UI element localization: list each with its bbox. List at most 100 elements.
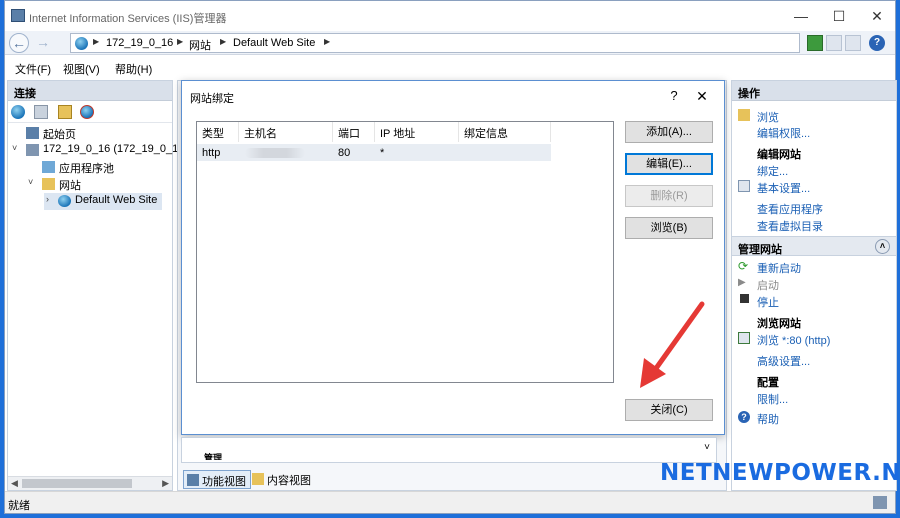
collapse-toggle-icon[interactable]: ›	[46, 194, 49, 204]
tab-content-view[interactable]: 内容视图	[249, 470, 315, 489]
actions-pane: 操作 浏览 编辑权限... 编辑网站 绑定... 基本设置... 查看应用程序 …	[731, 80, 897, 491]
close-dialog-button[interactable]: 关闭(C)	[625, 399, 713, 421]
action-browse[interactable]: 浏览	[757, 109, 779, 125]
connections-toolbar	[8, 101, 172, 123]
action-browse-port-80[interactable]: 浏览 *:80 (http)	[757, 332, 830, 348]
action-view-virtual-dirs[interactable]: 查看虚拟目录	[757, 218, 823, 234]
action-help[interactable]: 帮助	[757, 411, 779, 427]
forward-arrow-icon[interactable]: →	[33, 33, 53, 53]
action-limits[interactable]: 限制...	[757, 391, 788, 407]
restart-icon: ⟳	[738, 259, 749, 273]
connections-header: 连接	[8, 81, 172, 101]
website-globe-icon	[58, 195, 71, 207]
dialog-close-icon[interactable]: ✕	[690, 85, 714, 107]
breadcrumb-separator-icon: ▶	[177, 37, 184, 46]
browse-site-heading: 浏览网站	[757, 318, 801, 330]
horizontal-scrollbar[interactable]: ◀ ▶	[8, 476, 172, 490]
stop-icon[interactable]	[826, 35, 842, 51]
save-icon[interactable]	[34, 105, 48, 119]
start-icon: ▶	[738, 277, 746, 288]
red-arrow-annotation	[640, 301, 705, 388]
window-title: Internet Information Services (IIS)管理器	[29, 13, 227, 25]
breadcrumb-sites[interactable]: 网站	[189, 37, 211, 53]
cell-port: 80	[338, 147, 351, 159]
address-bar: ← → ▶ 172_19_0_16 ▶ 网站 ▶ Default Web Sit…	[5, 31, 895, 55]
menu-bar: 文件(F) 视图(V) 帮助(H)	[5, 56, 895, 78]
column-type[interactable]: 类型	[197, 122, 239, 142]
stop-square-icon	[740, 294, 749, 303]
home-icon[interactable]	[845, 35, 861, 51]
maximize-button[interactable]: ☐	[819, 5, 859, 27]
breadcrumb-separator-icon: ▶	[93, 37, 100, 46]
browse-folder-icon	[738, 109, 750, 121]
tree-default-web-site[interactable]: › Default Web Site	[44, 193, 162, 210]
column-host[interactable]: 主机名	[239, 122, 333, 142]
edit-binding-button[interactable]: 编辑(E)...	[625, 153, 713, 175]
basic-settings-icon	[738, 180, 750, 192]
management-section: 管理 ˅	[181, 437, 717, 463]
dialog-help-button[interactable]: ?	[662, 85, 686, 107]
minimize-button[interactable]: —	[781, 5, 821, 27]
action-edit-permissions[interactable]: 编辑权限...	[757, 125, 810, 141]
address-field[interactable]: ▶ 172_19_0_16 ▶ 网站 ▶ Default Web Site ▶	[70, 33, 800, 53]
app-pool-icon	[42, 161, 55, 173]
iis-manager-window: Internet Information Services (IIS)管理器 —…	[4, 0, 897, 514]
globe-icon	[75, 37, 88, 50]
chevron-down-icon[interactable]: ˅	[704, 442, 710, 453]
breadcrumb-server[interactable]: 172_19_0_16	[106, 37, 173, 49]
cell-type: http	[202, 147, 221, 159]
add-binding-button[interactable]: 添加(A)...	[625, 121, 713, 143]
help-icon[interactable]: ?	[869, 35, 885, 51]
management-label: 管理	[204, 453, 223, 460]
binding-row[interactable]: http 80 *	[197, 144, 551, 161]
back-arrow-icon[interactable]: ←	[9, 33, 29, 53]
column-info[interactable]: 绑定信息	[459, 122, 551, 142]
scrollbar-thumb[interactable]	[22, 479, 132, 488]
iis-app-icon	[11, 9, 25, 22]
remove-binding-button[interactable]: 删除(R)	[625, 185, 713, 207]
content-view-icon	[252, 473, 264, 485]
expand-toggle-icon[interactable]: ˅	[12, 143, 17, 153]
menu-file[interactable]: 文件(F)	[15, 61, 51, 77]
tab-features-view[interactable]: 功能视图	[183, 470, 251, 489]
actions-header: 操作	[732, 81, 896, 101]
breadcrumb-separator-icon: ▶	[220, 37, 227, 46]
action-basic-settings[interactable]: 基本设置...	[757, 180, 810, 196]
title-bar: Internet Information Services (IIS)管理器 —…	[5, 1, 895, 31]
chevron-up-icon[interactable]: ˄	[875, 239, 890, 254]
action-advanced-settings[interactable]: 高级设置...	[757, 353, 810, 369]
refresh-server-icon[interactable]	[807, 35, 823, 51]
features-view-icon	[187, 474, 199, 486]
breadcrumb-default-site[interactable]: Default Web Site	[233, 37, 315, 49]
menu-help[interactable]: 帮助(H)	[115, 61, 152, 77]
action-bindings[interactable]: 绑定...	[757, 163, 788, 179]
redacted-host	[245, 148, 305, 158]
browse-binding-button[interactable]: 浏览(B)	[625, 217, 713, 239]
action-restart[interactable]: 重新启动	[757, 260, 801, 276]
status-bar: 就绪	[5, 491, 895, 513]
browse-site-icon	[738, 332, 750, 344]
server-icon	[26, 144, 39, 156]
folder-up-icon[interactable]	[58, 105, 72, 119]
scroll-right-icon[interactable]: ▶	[162, 478, 169, 489]
network-status-icon	[873, 496, 887, 509]
menu-view[interactable]: 视图(V)	[63, 61, 100, 77]
action-view-applications[interactable]: 查看应用程序	[757, 201, 823, 217]
expand-toggle-icon[interactable]: ˅	[28, 177, 33, 187]
action-stop[interactable]: 停止	[757, 294, 779, 310]
close-button[interactable]: ✕	[857, 5, 897, 27]
help-circle-icon: ?	[738, 411, 750, 423]
action-start[interactable]: 启动	[757, 277, 779, 293]
edit-site-heading: 编辑网站	[757, 149, 801, 161]
connect-globe-icon[interactable]	[11, 105, 25, 119]
bindings-list[interactable]: 类型 主机名 端口 IP 地址 绑定信息 http 80 *	[196, 121, 614, 383]
start-page-icon	[26, 127, 39, 139]
sites-folder-icon	[42, 178, 55, 190]
column-port[interactable]: 端口	[333, 122, 375, 142]
status-text: 就绪	[8, 500, 30, 512]
scroll-left-icon[interactable]: ◀	[11, 478, 18, 489]
connections-pane: 连接 起始页 ˅ 172_19_0_16 (172_19_0_16\ 应用程序池	[7, 80, 187, 491]
manage-site-header: 管理网站 ˄	[732, 236, 896, 256]
column-ip[interactable]: IP 地址	[375, 122, 459, 142]
disconnect-icon[interactable]	[80, 105, 94, 119]
